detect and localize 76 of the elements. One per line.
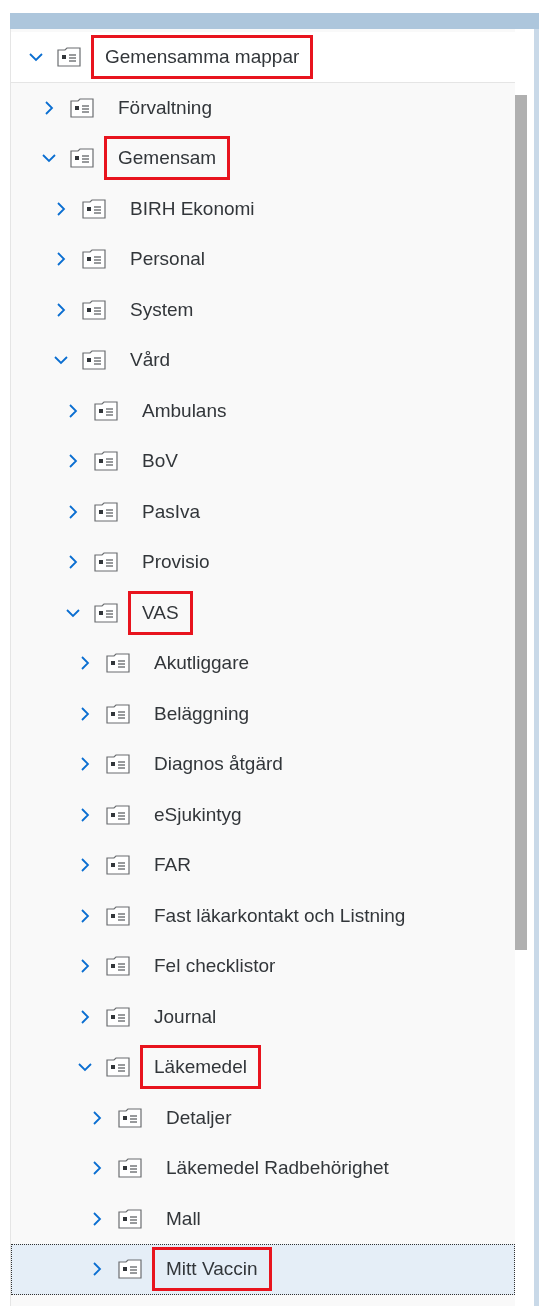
folder-label: PasIva xyxy=(141,499,202,524)
tree-row[interactable]: PasIva xyxy=(11,486,515,537)
folder-label: Vård xyxy=(129,348,172,372)
folder-card-icon xyxy=(118,1107,142,1128)
folder-card-icon xyxy=(118,1208,142,1229)
folder-label: Mall xyxy=(165,1206,202,1231)
folder-label: System xyxy=(129,297,195,322)
folder-label: Gemensam xyxy=(104,136,231,181)
folder-card-icon xyxy=(82,198,106,219)
tree-row[interactable]: Mitt Vaccin xyxy=(11,1244,515,1295)
folder-card-icon xyxy=(82,350,106,371)
tree-row[interactable]: eSjukintyg xyxy=(11,789,515,840)
tree-row[interactable]: BIRH Ekonomi xyxy=(11,183,515,234)
tree-row[interactable]: Fel checklistor xyxy=(11,941,515,992)
folder-card-icon xyxy=(70,148,94,169)
folder-label: eSjukintyg xyxy=(153,802,243,827)
folder-label: VAS xyxy=(128,590,193,635)
tree-row[interactable]: Gemensam xyxy=(11,133,515,184)
folder-card-icon xyxy=(118,1259,142,1280)
tree-row[interactable]: VAS xyxy=(11,587,515,638)
tree-row[interactable]: Provisio xyxy=(11,537,515,588)
tree-row[interactable]: Vård xyxy=(11,335,515,386)
folder-card-icon xyxy=(70,97,94,118)
tree-row[interactable]: FAR xyxy=(11,840,515,891)
tree-row[interactable]: Journal xyxy=(11,991,515,1042)
folder-label: Personal xyxy=(129,247,206,271)
tree-row[interactable]: Beläggning xyxy=(11,688,515,739)
tree-row[interactable]: Fast läkarkontakt och Listning xyxy=(11,890,515,941)
folder-card-icon xyxy=(106,956,130,977)
tree-row[interactable]: BoV xyxy=(11,436,515,487)
folder-label: Läkemedel Radbehörighet xyxy=(165,1156,390,1180)
tree-row[interactable]: Personal xyxy=(11,234,515,285)
folder-card-icon xyxy=(106,1006,130,1027)
tree-row[interactable]: Förvaltning xyxy=(11,82,515,133)
folder-card-icon xyxy=(82,249,106,270)
folder-label: Gemensamma mappar xyxy=(91,34,314,79)
folder-card-icon xyxy=(106,804,130,825)
folder-card-icon xyxy=(94,602,118,623)
tree-row[interactable]: Mall xyxy=(11,1193,515,1244)
folder-label: Provisio xyxy=(141,550,211,574)
folder-label: Mitt Vaccin xyxy=(152,1247,272,1292)
folder-label: BIRH Ekonomi xyxy=(129,196,256,221)
folder-label: Journal xyxy=(153,1004,218,1029)
folder-label: Förvaltning xyxy=(117,95,213,120)
folder-card-icon xyxy=(106,754,130,775)
folder-label: Ambulans xyxy=(141,398,228,423)
tree-row[interactable]: Läkemedel xyxy=(11,1042,515,1093)
folder-card-icon xyxy=(82,299,106,320)
folder-card-icon xyxy=(94,552,118,573)
folder-label: Beläggning xyxy=(153,701,251,726)
folder-card-icon xyxy=(106,1057,130,1078)
tree-row[interactable]: System xyxy=(11,284,515,335)
folder-label: Läkemedel xyxy=(140,1045,261,1090)
scrollbar-thumb[interactable] xyxy=(515,95,527,950)
folder-card-icon xyxy=(94,501,118,522)
folder-card-icon xyxy=(106,855,130,876)
folder-card-icon xyxy=(118,1158,142,1179)
tree-row[interactable]: Gemensamma mappar xyxy=(11,32,515,83)
tree-row[interactable]: Detaljer xyxy=(11,1092,515,1143)
folder-label: BoV xyxy=(141,449,179,473)
folder-label: Akutliggare xyxy=(153,651,251,675)
folder-card-icon xyxy=(106,703,130,724)
tree-row[interactable]: Ambulans xyxy=(11,385,515,436)
folder-label: Fel checklistor xyxy=(153,954,277,978)
folder-card-icon xyxy=(94,451,118,472)
folder-label: Fast läkarkontakt och Listning xyxy=(153,903,407,928)
folder-card-icon xyxy=(106,653,130,674)
folder-label: Diagnos åtgärd xyxy=(153,752,284,776)
tree-row[interactable]: Diagnos åtgärd xyxy=(11,739,515,790)
tree-row[interactable]: Läkemedel Radbehörighet xyxy=(11,1143,515,1194)
tree-row[interactable]: Akutliggare xyxy=(11,638,515,689)
folder-card-icon xyxy=(94,400,118,421)
folder-card-icon xyxy=(106,905,130,926)
folder-card-icon xyxy=(57,46,81,67)
folder-label: FAR xyxy=(153,853,192,877)
folder-label: Detaljer xyxy=(165,1105,233,1130)
